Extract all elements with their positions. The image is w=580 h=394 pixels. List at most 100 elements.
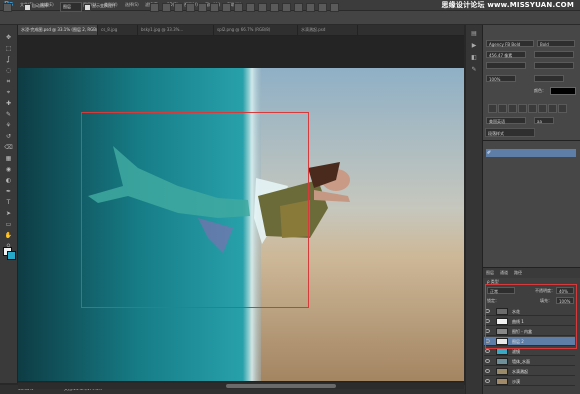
lasso-tool-icon[interactable]: ʆ [4, 55, 13, 64]
align-distribute-icon[interactable] [246, 3, 255, 12]
layer-thumbnail [496, 368, 508, 375]
healing-tool-icon[interactable]: ✚ [4, 99, 13, 108]
brush-tool-icon[interactable]: ✎ [4, 110, 13, 119]
layers-highlight-rectangle [485, 284, 577, 349]
align-distribute-icon[interactable] [318, 3, 327, 12]
menu-item-5[interactable]: 选择(S) [125, 1, 139, 9]
move-tool-icon[interactable]: ✥ [4, 33, 13, 42]
pen-tool-icon[interactable]: ✒ [4, 187, 13, 196]
align-distribute-icon[interactable] [198, 3, 207, 12]
auto-select-label: 自动选择： [32, 3, 52, 8]
scrollbar-thumb[interactable] [226, 384, 336, 388]
background-color-swatch[interactable] [7, 251, 16, 260]
language-field[interactable]: 美国英语 [486, 117, 526, 124]
type-tool-icon[interactable]: T [4, 198, 13, 207]
quick-select-tool-icon[interactable]: ◌ [4, 66, 13, 75]
document-tab[interactable]: bsky1.jpg @ 33.3%... [138, 25, 214, 35]
document-tab[interactable]: 水浸-完成图.psd @ 33.1% (图层 2, RGB/8) [18, 25, 98, 35]
font-style-field[interactable]: Bold [537, 40, 575, 47]
layer-name: 水滴溅起 [512, 369, 528, 374]
align-distribute-icon[interactable] [330, 3, 339, 12]
options-bar [0, 11, 580, 25]
show-transform-label: 显示变换控件 [92, 3, 116, 8]
type-style-button[interactable] [508, 104, 517, 113]
type-style-button[interactable] [548, 104, 557, 113]
crop-tool-icon[interactable]: ⌗ [4, 77, 13, 86]
gradient-tool-icon[interactable]: ▦ [4, 154, 13, 163]
layer-row[interactable]: 水滴溅起 [484, 367, 575, 376]
align-distribute-icon[interactable] [210, 3, 219, 12]
auto-select-value: 图层 [63, 4, 71, 9]
align-distribute-icon[interactable] [186, 3, 195, 12]
layer-row[interactable]: 墙体_水面 [484, 357, 575, 366]
font-size-field[interactable]: 456.47 像素 [486, 51, 526, 58]
type-style-button[interactable] [518, 104, 527, 113]
horizontal-scale-field[interactable] [534, 75, 564, 82]
align-distribute-icon[interactable] [306, 3, 315, 12]
blur-tool-icon[interactable]: ◉ [4, 165, 13, 174]
shape-tool-icon[interactable]: ▭ [4, 220, 13, 229]
type-style-button[interactable] [498, 104, 507, 113]
document-tab[interactable]: cs_8.jpg [98, 25, 138, 35]
move-tool-preset-icon[interactable] [3, 3, 12, 12]
clone-tool-icon[interactable]: ⚘ [4, 121, 13, 130]
auto-select-dropdown[interactable]: 图层 [60, 2, 82, 12]
layer-thumbnail [496, 348, 508, 355]
text-color-swatch[interactable] [550, 87, 576, 95]
collapsed-panel-dock [466, 25, 483, 394]
document-tab[interactable]: spl2.png @ 66.7% (RGB/8) [214, 25, 298, 35]
show-transform-checkbox[interactable] [84, 4, 91, 11]
align-distribute-icon[interactable] [270, 3, 279, 12]
type-style-button[interactable] [558, 104, 567, 113]
visibility-eye-icon[interactable] [485, 359, 490, 363]
layer-name: 滤镜 [512, 349, 520, 354]
layers-panel-tab[interactable]: 路径 [514, 270, 522, 276]
history-brush-tool-icon[interactable]: ↺ [4, 132, 13, 141]
swatches-icon[interactable]: ◧ [470, 54, 478, 62]
type-style-button[interactable] [488, 104, 497, 113]
visibility-eye-icon[interactable] [485, 349, 490, 353]
hand-tool-icon[interactable]: ✋ [4, 231, 13, 240]
paragraph-style-tab[interactable]: 段落样式 [485, 128, 535, 137]
eyedropper-tool-icon[interactable]: ⌖ [4, 88, 13, 97]
antialias-field[interactable]: aa [534, 117, 554, 124]
pen-icon: ✐ [487, 150, 492, 156]
layer-thumbnail [496, 378, 508, 385]
layers-panel-tab[interactable]: 通道 [500, 270, 508, 276]
watermark: 思缘设计论坛 www.MISSYUAN.COM [441, 1, 574, 9]
color-label: 颜色： [534, 88, 546, 93]
align-distribute-icon[interactable] [150, 3, 159, 12]
eraser-tool-icon[interactable]: ⌫ [4, 143, 13, 152]
align-distribute-icon[interactable] [222, 3, 231, 12]
dodge-tool-icon[interactable]: ◐ [4, 176, 13, 185]
align-distribute-icon[interactable] [282, 3, 291, 12]
vertical-scale-field[interactable]: 100% [486, 75, 516, 82]
layer-name: 墙体_水面 [512, 359, 530, 364]
path-select-tool-icon[interactable]: ➤ [4, 209, 13, 218]
tracking-field[interactable] [534, 62, 574, 69]
layers-panel-tab[interactable]: 图层 [486, 270, 494, 276]
layers-panel-header [483, 268, 580, 278]
layer-name: 沙漠 [512, 379, 520, 384]
type-style-button[interactable] [538, 104, 547, 113]
history-icon[interactable]: ▤ [470, 30, 478, 38]
paragraph-style-row[interactable] [486, 149, 576, 157]
visibility-eye-icon[interactable] [485, 379, 490, 383]
type-style-button[interactable] [528, 104, 537, 113]
auto-select-checkbox[interactable] [24, 4, 31, 11]
layer-thumbnail [496, 358, 508, 365]
align-distribute-icon[interactable] [174, 3, 183, 12]
leading-field[interactable] [534, 51, 574, 58]
kerning-field[interactable] [486, 62, 526, 69]
actions-icon[interactable]: ▶ [470, 42, 478, 50]
align-distribute-icon[interactable] [162, 3, 171, 12]
font-family-field[interactable]: Agency FB Bold [486, 40, 534, 47]
visibility-eye-icon[interactable] [485, 369, 490, 373]
align-distribute-icon[interactable] [234, 3, 243, 12]
document-tab[interactable]: 水滴溅起.psd [298, 25, 358, 35]
brush-panel-icon[interactable]: ✎ [470, 66, 478, 74]
marquee-tool-icon[interactable]: ⬚ [4, 44, 13, 53]
align-distribute-icon[interactable] [294, 3, 303, 12]
layer-row[interactable]: 沙漠 [484, 377, 575, 386]
align-distribute-icon[interactable] [258, 3, 267, 12]
